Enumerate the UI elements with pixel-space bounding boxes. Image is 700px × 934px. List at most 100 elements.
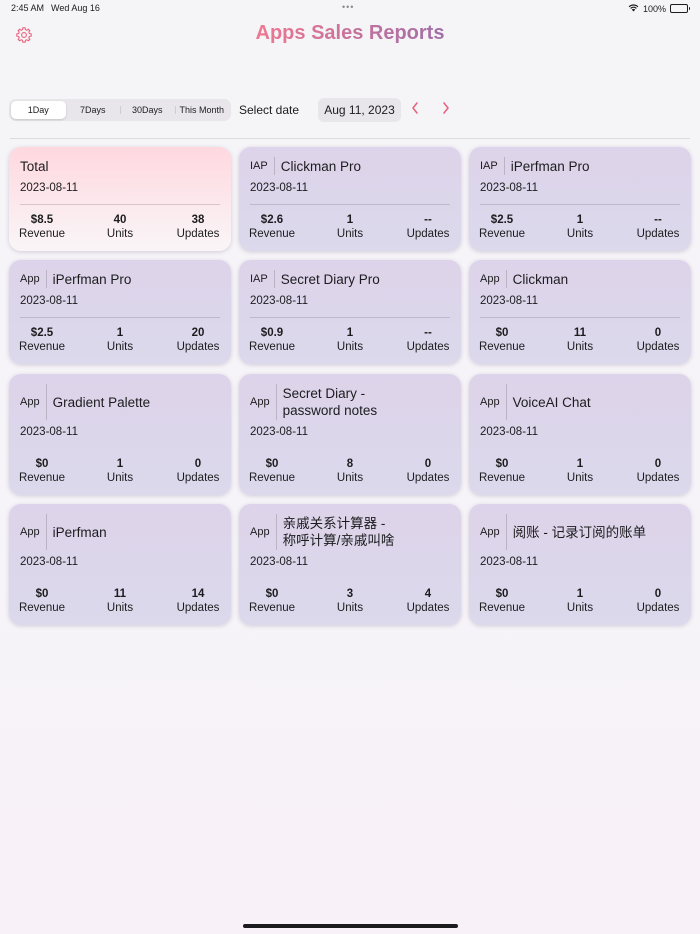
previous-date-button[interactable] xyxy=(407,101,423,119)
stat-updates-value: 14 xyxy=(191,588,205,600)
stat-revenue-value: $0 xyxy=(265,588,279,600)
report-card[interactable]: App Clickman 2023-08-11 $0 Revenue 11 Units 0 Up… xyxy=(469,260,691,364)
report-card[interactable]: App VoiceAI Chat 2023-08-11 $0 Revenue 1 Units… xyxy=(469,374,691,495)
stat-updates: 0 Updates xyxy=(628,457,688,485)
battery-icon xyxy=(670,4,690,13)
segment-7days[interactable]: 7Days xyxy=(66,101,121,119)
stat-updates: 20 Updates xyxy=(168,326,228,354)
wifi-icon xyxy=(628,3,639,14)
stat-updates-value: -- xyxy=(424,214,432,226)
multitasking-dots[interactable]: ••• xyxy=(342,2,354,12)
stat-updates-value: 0 xyxy=(654,458,662,470)
stat-units: 1 Units xyxy=(320,213,380,241)
stat-updates-label: Updates xyxy=(176,341,220,353)
card-date: 2023-08-11 xyxy=(250,556,308,568)
card-header: App iPerfman Pro xyxy=(20,270,221,288)
card-divider xyxy=(20,204,220,205)
card-type-label: App xyxy=(250,514,277,550)
report-card[interactable]: App 阅账 - 记录订阅的账单 2023-08-11 $0 Revenue 1 Units… xyxy=(469,504,691,625)
report-card[interactable]: App Secret Diary - password notes 2023-08-… xyxy=(239,374,461,495)
stat-updates-label: Updates xyxy=(406,228,450,240)
card-divider xyxy=(250,204,450,205)
stat-units-label: Units xyxy=(566,228,594,240)
stat-units-label: Units xyxy=(336,472,364,484)
status-time: 2:45 AM xyxy=(11,3,45,13)
stat-updates-value: 4 xyxy=(424,588,432,600)
report-card[interactable]: App iPerfman 2023-08-11 $0 Revenue 11 Units 14 U… xyxy=(9,504,231,625)
stat-updates-value: -- xyxy=(654,214,662,226)
status-right: 100% xyxy=(628,3,690,14)
stat-updates-label: Updates xyxy=(636,472,680,484)
stat-updates: 4 Updates xyxy=(398,587,458,615)
stat-units: 1 Units xyxy=(550,587,610,615)
home-indicator[interactable] xyxy=(243,924,458,928)
segment-this-month[interactable]: This Month xyxy=(174,101,230,119)
stat-units-value: 1 xyxy=(576,214,584,226)
card-name: iPerfman Pro xyxy=(52,271,132,287)
stat-updates: -- Updates xyxy=(628,213,688,241)
card-stats: $0 Revenue 1 Units 0 Updates xyxy=(9,457,231,487)
stat-revenue: $2.6 Revenue xyxy=(242,213,302,241)
stat-units-label: Units xyxy=(566,472,594,484)
segment-1day[interactable]: 1Day xyxy=(11,101,66,119)
card-name: Clickman xyxy=(512,271,569,287)
stat-updates-value: -- xyxy=(424,327,432,339)
stat-updates-label: Updates xyxy=(406,472,450,484)
stat-units-label: Units xyxy=(566,341,594,353)
date-picker-button[interactable]: Aug 11, 2023 xyxy=(318,98,401,122)
report-card[interactable]: App iPerfman Pro 2023-08-11 $2.5 Revenue 1 Uni… xyxy=(9,260,231,364)
stat-updates-label: Updates xyxy=(636,602,680,614)
card-type-label: App xyxy=(480,514,507,550)
card-name: Gradient Palette xyxy=(52,394,151,410)
segment-30days[interactable]: 30Days xyxy=(120,101,175,119)
stat-units-value: 40 xyxy=(113,214,127,226)
report-card[interactable]: IAP iPerfman Pro 2023-08-11 $2.5 Revenue 1 Uni… xyxy=(469,147,691,251)
chevron-right-icon xyxy=(441,102,451,119)
stat-revenue-value: $0 xyxy=(35,458,49,470)
stat-revenue: $2.5 Revenue xyxy=(12,326,72,354)
report-card[interactable]: IAP Clickman Pro 2023-08-11 $2.6 Revenue 1 Uni… xyxy=(239,147,461,251)
stat-units-value: 1 xyxy=(576,458,584,470)
stat-units-value: 1 xyxy=(116,327,124,339)
stat-updates-label: Updates xyxy=(636,341,680,353)
stat-revenue: $0 Revenue xyxy=(472,587,532,615)
stat-units-label: Units xyxy=(336,228,364,240)
page-title: Apps Sales Reports xyxy=(0,22,700,45)
period-segmented-control: 1Day 7Days 30Days This Month xyxy=(9,99,231,121)
stat-units: 1 Units xyxy=(550,457,610,485)
stat-revenue: $0 Revenue xyxy=(242,457,302,485)
report-card[interactable]: App Gradient Palette 2023-08-11 $0 Revenue 1 U… xyxy=(9,374,231,495)
card-stats: $0 Revenue 11 Units 0 Updates xyxy=(469,326,691,356)
toolbar: 1Day 7Days 30Days This Month Select date… xyxy=(9,98,691,122)
stat-units: 1 Units xyxy=(550,213,610,241)
stat-updates-label: Updates xyxy=(176,228,220,240)
stat-revenue-label: Revenue xyxy=(248,602,296,614)
stat-units-label: Units xyxy=(336,602,364,614)
card-divider xyxy=(250,317,450,318)
stat-updates: -- Updates xyxy=(398,326,458,354)
stat-updates-value: 38 xyxy=(191,214,205,226)
card-type-label: App xyxy=(250,384,277,420)
card-name: iPerfman Pro xyxy=(510,158,590,174)
stat-updates-label: Updates xyxy=(176,472,220,484)
stat-units: 40 Units xyxy=(90,213,150,241)
card-type-label: IAP xyxy=(480,157,505,175)
stat-updates-label: Updates xyxy=(176,602,220,614)
stat-units: 3 Units xyxy=(320,587,380,615)
stat-updates-value: 0 xyxy=(424,458,432,470)
chevron-left-icon xyxy=(410,102,420,119)
stat-updates: 14 Updates xyxy=(168,587,228,615)
card-header: App 亲戚关系计算器 - 称呼计算/亲戚叫啥 xyxy=(250,514,451,550)
next-date-button[interactable] xyxy=(438,101,454,119)
stat-revenue: $0.9 Revenue xyxy=(242,326,302,354)
battery-percent: 100% xyxy=(642,3,666,14)
report-card[interactable]: App 亲戚关系计算器 - 称呼计算/亲戚叫啥 2023-08-11 $0 Revenu… xyxy=(239,504,461,625)
report-card[interactable]: IAP Secret Diary Pro 2023-08-11 $0.9 Revenue… xyxy=(239,260,461,364)
stat-revenue-label: Revenue xyxy=(478,472,526,484)
card-date: 2023-08-11 xyxy=(250,426,308,438)
card-date: 2023-08-11 xyxy=(480,295,538,307)
stat-units: 1 Units xyxy=(320,326,380,354)
total-card[interactable]: Total 2023-08-11 $8.5 Revenue 40 Units 38 Updat… xyxy=(9,147,231,251)
stat-revenue-label: Revenue xyxy=(18,602,66,614)
card-stats: $0 Revenue 8 Units 0 Updates xyxy=(239,457,461,487)
